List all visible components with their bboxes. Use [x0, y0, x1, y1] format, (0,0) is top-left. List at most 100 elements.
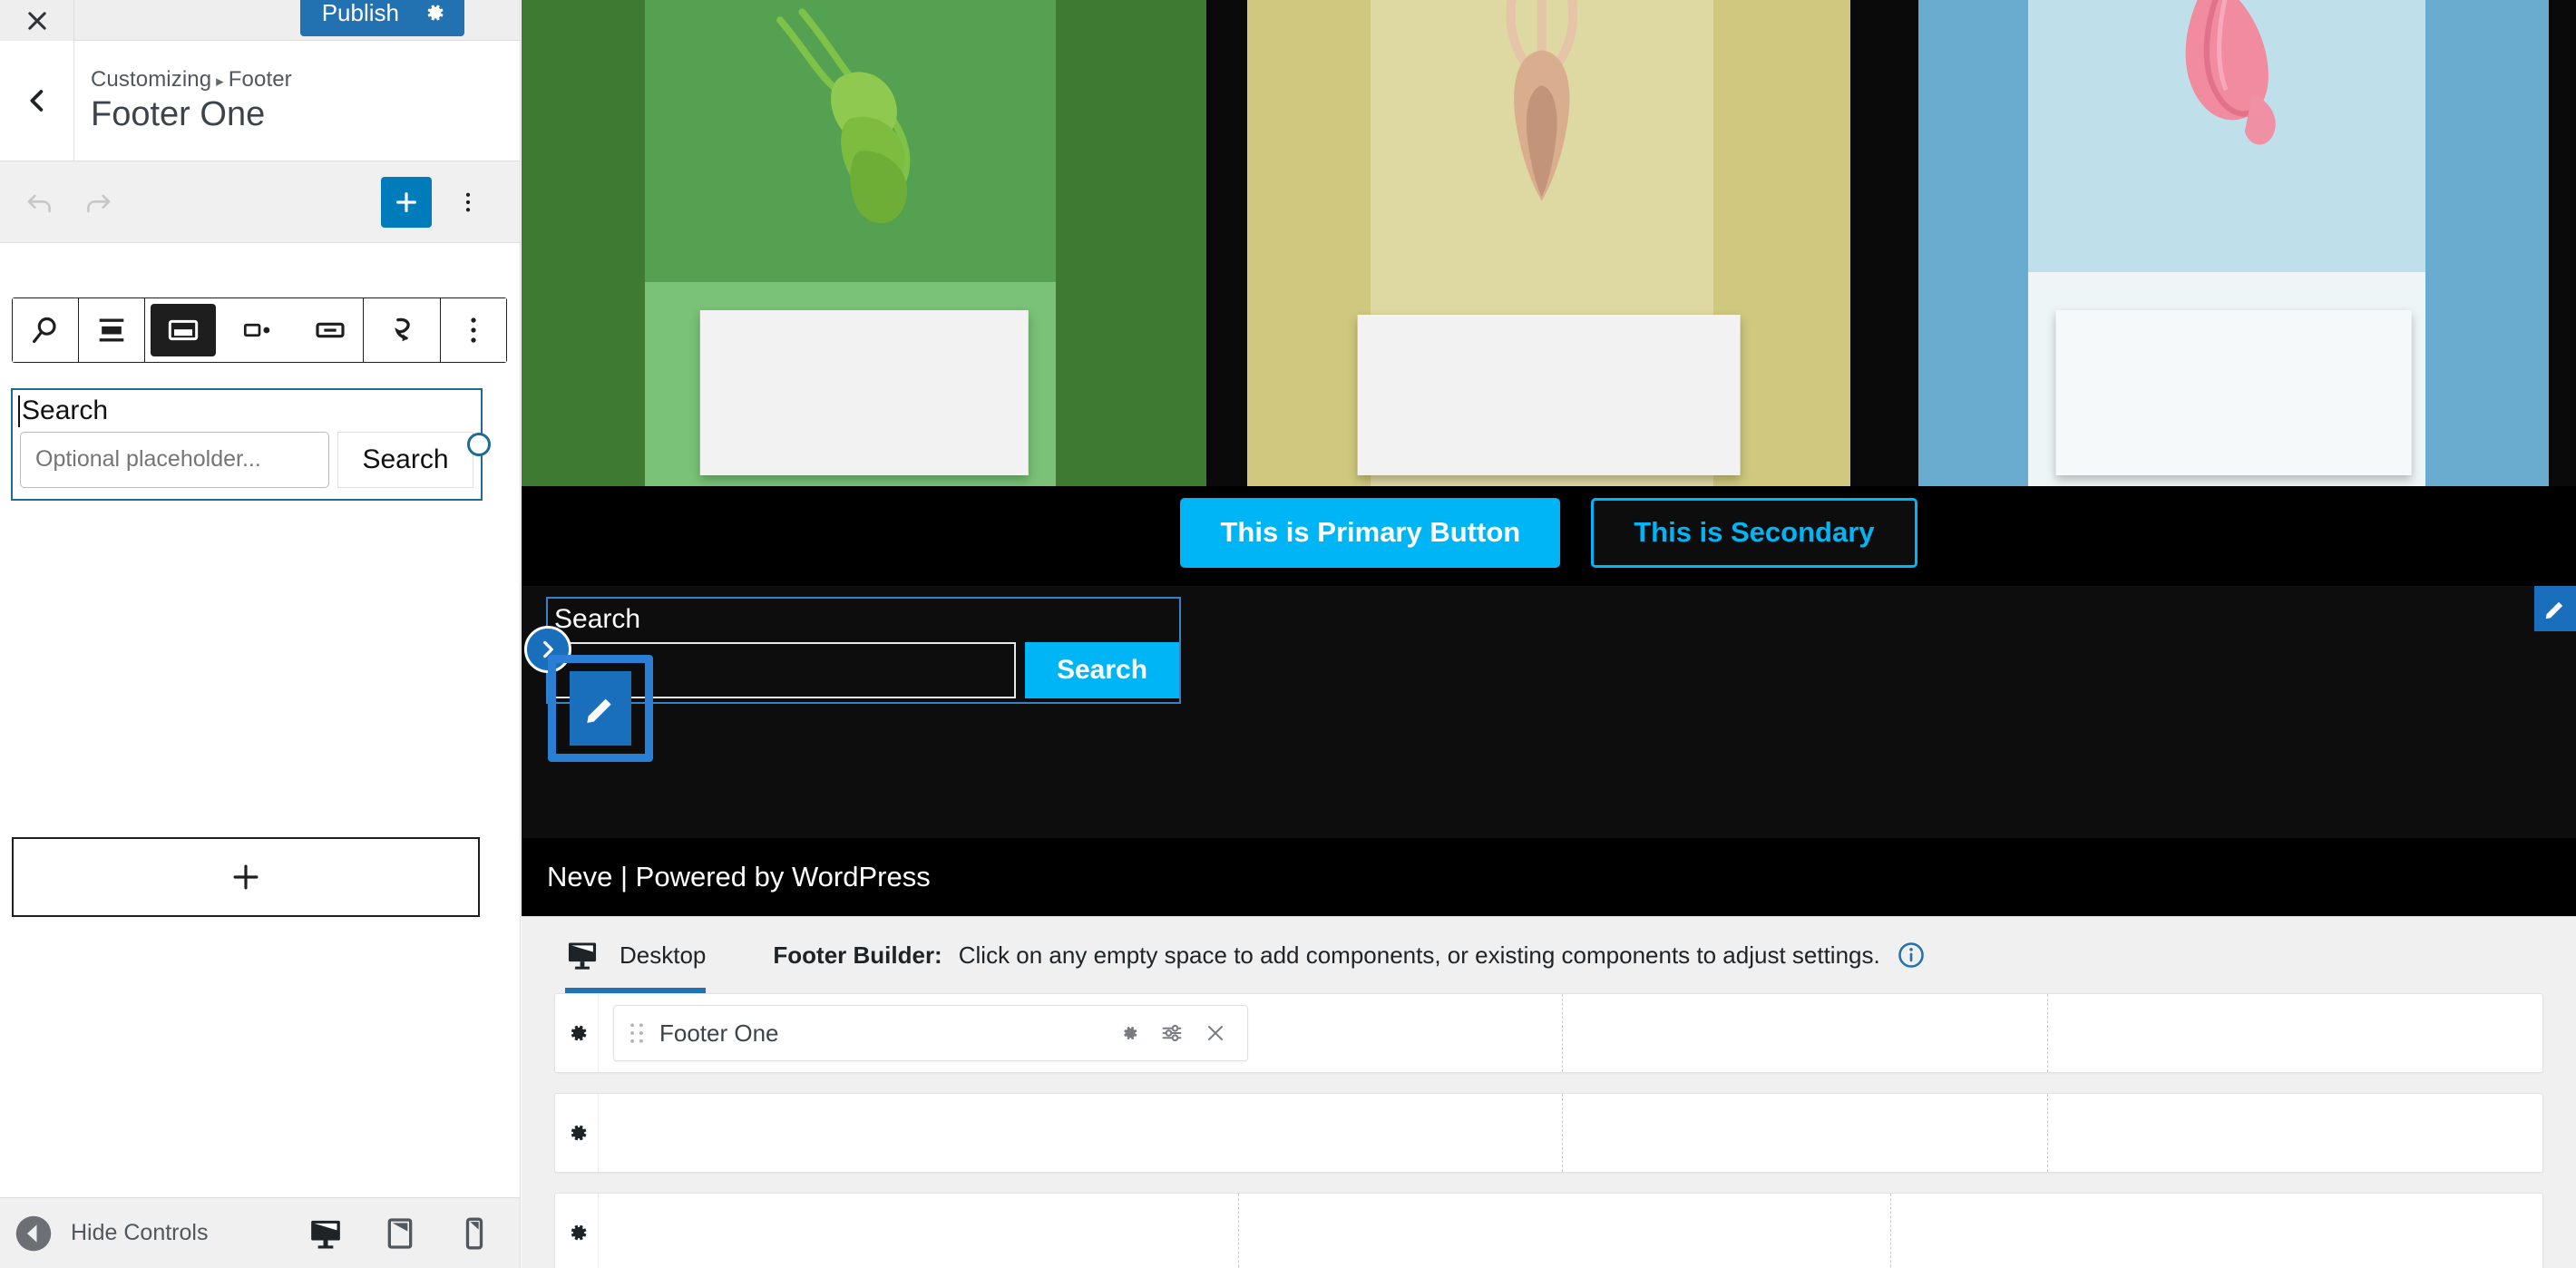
kebab-menu-icon	[465, 192, 471, 211]
site-preview: This is Primary Button This is Secondary…	[522, 0, 2576, 1268]
row-settings-button[interactable]	[555, 1094, 599, 1172]
gallery-image-2	[1206, 0, 1891, 486]
breadcrumb-current: Footer	[228, 67, 292, 93]
device-tablet-button[interactable]	[380, 1214, 420, 1253]
page-title: Footer One	[91, 95, 266, 134]
builder-slot[interactable]	[1891, 1194, 2542, 1268]
search-input[interactable]: Optional placeholder...	[20, 431, 329, 488]
add-block-button[interactable]	[381, 176, 432, 228]
builder-slot[interactable]	[599, 1094, 1564, 1172]
close-icon	[27, 11, 46, 30]
align-button[interactable]	[79, 298, 144, 362]
builder-slot[interactable]: Footer One	[599, 994, 1564, 1072]
component-remove-button[interactable]	[1200, 1018, 1231, 1049]
search-block[interactable]: Search Optional placeholder... Search	[11, 388, 491, 501]
publish-label: Publish	[321, 0, 399, 26]
footer-search-submit[interactable]: Search	[1025, 642, 1179, 698]
close-customizer-button[interactable]	[0, 0, 74, 41]
edit-footer-region-button[interactable]	[2534, 586, 2576, 631]
info-icon[interactable]	[1897, 941, 1926, 970]
button-position-outside-button[interactable]	[221, 298, 298, 362]
component-footer-one[interactable]: Footer One	[613, 1005, 1248, 1061]
pencil-icon	[2545, 601, 2563, 619]
primary-button[interactable]: This is Primary Button	[1180, 497, 1561, 568]
row-columns	[599, 1094, 2542, 1172]
block-options-button[interactable]	[441, 298, 506, 362]
block-appender-button[interactable]	[12, 837, 480, 917]
photo-deer	[1206, 0, 1891, 486]
button-inside-icon	[168, 319, 199, 341]
tab-desktop-label: Desktop	[620, 941, 707, 969]
gear-icon	[571, 1224, 586, 1241]
builder-slot[interactable]	[1563, 994, 2049, 1072]
undo-icon	[27, 194, 51, 212]
undo-button[interactable]	[11, 173, 69, 231]
row-settings-button[interactable]	[555, 1194, 599, 1268]
publish-button[interactable]: Publish	[299, 0, 464, 36]
block-type-search-button[interactable]	[13, 298, 78, 362]
plus-icon	[396, 191, 416, 212]
hero-buttons: This is Primary Button This is Secondary	[522, 486, 2576, 579]
edit-search-shortcut-button[interactable]	[548, 655, 653, 762]
footer-builder-rows: Footer One	[522, 993, 2576, 1268]
customizer-footer-bar: Hide Controls	[0, 1197, 520, 1268]
search-block-row: Optional placeholder... Search	[20, 431, 473, 488]
footer-builder-panel: Desktop Footer Builder: Click on any emp…	[522, 916, 2576, 1268]
kebab-menu-icon	[471, 317, 476, 343]
active-indicator	[151, 304, 216, 356]
tab-desktop[interactable]: Desktop	[558, 917, 738, 993]
customizer-screen: Publish Customizing▸Footer Footer One	[0, 0, 2576, 1268]
photo-grasshopper	[522, 0, 1206, 486]
device-desktop-button[interactable]	[306, 1214, 346, 1253]
component-settings-button[interactable]	[1113, 1018, 1144, 1049]
desktop-icon	[568, 942, 597, 970]
device-preview-buttons	[306, 1214, 494, 1253]
button-position-inside-button[interactable]	[145, 298, 221, 362]
secondary-button[interactable]: This is Secondary	[1591, 497, 1917, 568]
builder-slot[interactable]	[2048, 1094, 2542, 1172]
breadcrumb: Customizing ▸ Footer	[91, 67, 292, 93]
back-button[interactable]	[0, 40, 74, 161]
editor-options-button[interactable]	[446, 177, 490, 228]
builder-slot[interactable]	[1563, 1094, 2049, 1172]
builder-row-main	[554, 1093, 2543, 1173]
component-style-button[interactable]	[1156, 1018, 1187, 1049]
gallery-image-3	[1891, 0, 2576, 486]
photo-card	[1357, 315, 1741, 475]
gallery-strip	[522, 0, 2576, 486]
search-block-label[interactable]: Search	[18, 395, 473, 427]
builder-slot[interactable]	[1239, 1194, 1891, 1268]
use-button-with-icon-button[interactable]	[364, 298, 440, 362]
redo-button[interactable]	[69, 173, 127, 231]
desktop-icon	[311, 1220, 340, 1248]
photo-card	[699, 309, 1029, 475]
resize-handle[interactable]	[467, 432, 491, 456]
flamingo-illustration	[2185, 0, 2276, 145]
row-columns: Footer One	[599, 994, 2542, 1072]
panel-titles: Customizing ▸ Footer Footer One	[74, 67, 292, 134]
button-only-icon	[316, 322, 345, 338]
builder-slot[interactable]	[2048, 994, 2542, 1072]
mobile-icon	[465, 1217, 483, 1249]
builder-row-bottom	[554, 1193, 2543, 1268]
edit-shortcut-inner	[570, 671, 631, 746]
search-submit-button[interactable]: Search	[337, 431, 473, 488]
gear-icon[interactable]	[423, 1, 446, 24]
gear-icon	[571, 1025, 586, 1041]
photo-flamingo	[1891, 0, 2576, 486]
button-only-button[interactable]	[298, 298, 363, 362]
row-settings-button[interactable]	[555, 994, 599, 1072]
row-columns	[599, 1194, 2542, 1268]
builder-slot[interactable]	[599, 1194, 1239, 1268]
hide-controls-button[interactable]: Hide Controls	[15, 1214, 208, 1253]
redo-icon	[87, 194, 111, 212]
block-canvas: Search Optional placeholder... Search	[0, 243, 520, 1197]
button-outside-icon	[243, 323, 270, 337]
block-editor-toolbar	[0, 161, 520, 243]
device-mobile-button[interactable]	[454, 1214, 494, 1253]
footer-builder-hint-label: Footer Builder:	[773, 941, 942, 969]
grasshopper-illustration	[776, 8, 911, 224]
tablet-icon	[387, 1217, 413, 1249]
search-icon	[33, 317, 56, 344]
drag-handle-icon[interactable]	[627, 1020, 647, 1046]
